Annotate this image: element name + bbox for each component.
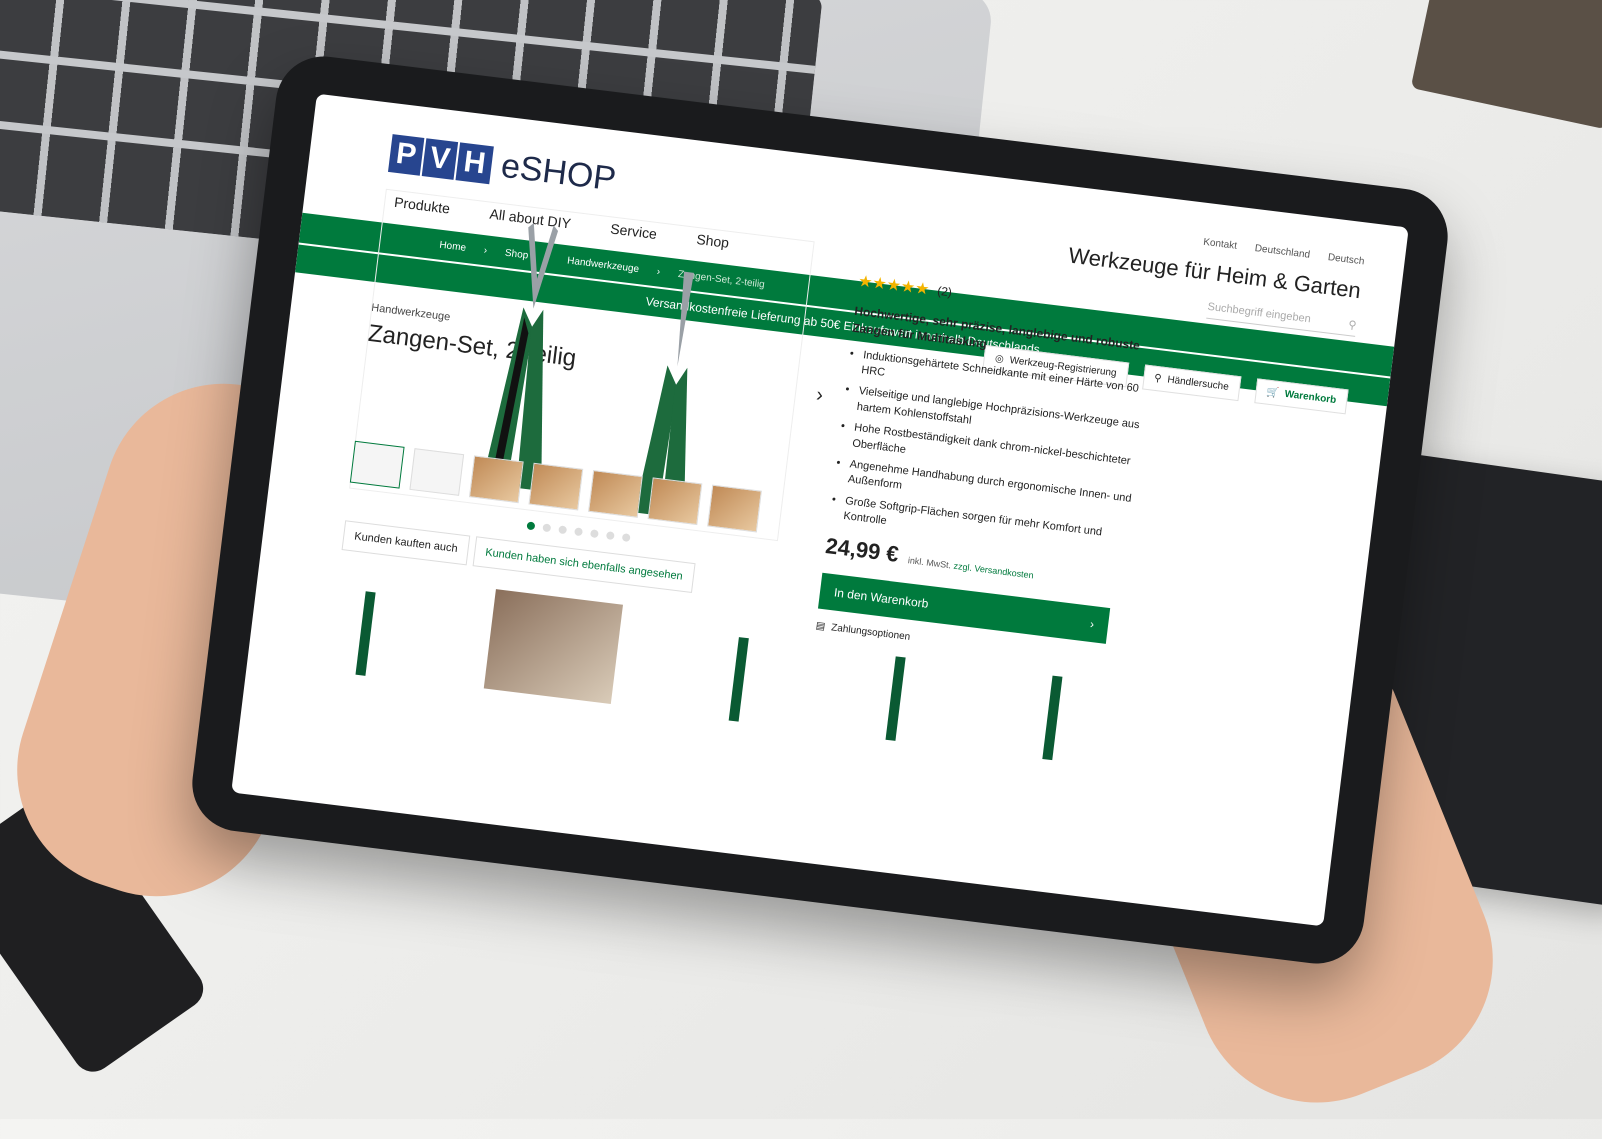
recommended-product[interactable]	[1011, 654, 1094, 782]
gallery-next-button[interactable]: ›	[815, 384, 824, 408]
notebook-background	[1410, 0, 1602, 130]
gallery-dot[interactable]	[574, 527, 584, 537]
search-placeholder: Suchbegriff eingeben	[1206, 300, 1312, 326]
chevron-right-icon: ›	[1089, 616, 1096, 631]
thumbnail[interactable]	[349, 440, 405, 489]
review-count[interactable]: (2)	[936, 284, 952, 300]
tablet-screen: P V H eSHOP Produkte All about DIY Servi…	[231, 93, 1409, 927]
shipping-link[interactable]: zzgl. Versandkosten	[953, 560, 1034, 580]
thumbnail[interactable]	[528, 462, 584, 511]
logo-text: eSHOP	[498, 146, 619, 199]
link-language[interactable]: Deutsch	[1327, 252, 1365, 267]
thumbnail[interactable]	[647, 477, 703, 526]
gallery-dot[interactable]	[621, 533, 631, 543]
tab-also-viewed[interactable]: Kunden haben sich ebenfalls angesehen	[472, 536, 696, 593]
gallery-dot[interactable]	[589, 529, 599, 539]
thumbnail[interactable]	[468, 455, 524, 504]
gallery-dot[interactable]	[542, 523, 552, 533]
logo-badge: P V H	[388, 133, 494, 184]
recommended-product[interactable]	[483, 589, 623, 704]
add-to-cart-label: In den Warenkorb	[833, 584, 930, 611]
gallery-dot[interactable]	[558, 525, 568, 535]
tab-also-bought[interactable]: Kunden kauften auch	[341, 520, 471, 566]
search-icon[interactable]: ⚲	[1348, 318, 1358, 332]
site-logo[interactable]: P V H eSHOP	[388, 133, 618, 199]
recommended-product[interactable]	[697, 615, 780, 744]
gallery-dot[interactable]	[605, 531, 615, 541]
thumbnail[interactable]	[409, 448, 465, 496]
feature-list: Induktionsgehärtete Schneidkante mit ein…	[829, 346, 1148, 559]
product-price: 24,99 €	[824, 532, 901, 567]
thumbnail[interactable]	[588, 470, 643, 518]
tablet-device: P V H eSHOP Produkte All about DIY Servi…	[186, 51, 1454, 969]
link-country[interactable]: Deutschland	[1254, 243, 1311, 261]
recommended-product[interactable]	[854, 634, 937, 763]
tablet-bezel: P V H eSHOP Produkte All about DIY Servi…	[186, 51, 1454, 969]
product-info: ★★★★★ (2) Hochwertige, sehr präzise, lan…	[815, 271, 1157, 667]
link-kontakt[interactable]: Kontakt	[1203, 237, 1238, 252]
gallery-pagination	[526, 521, 631, 543]
thumbnail[interactable]	[707, 484, 762, 533]
gallery-dot[interactable]	[526, 521, 536, 531]
recommended-product[interactable]	[324, 569, 407, 698]
tax-note: inkl. MwSt. zzgl. Versandkosten	[907, 554, 1035, 580]
